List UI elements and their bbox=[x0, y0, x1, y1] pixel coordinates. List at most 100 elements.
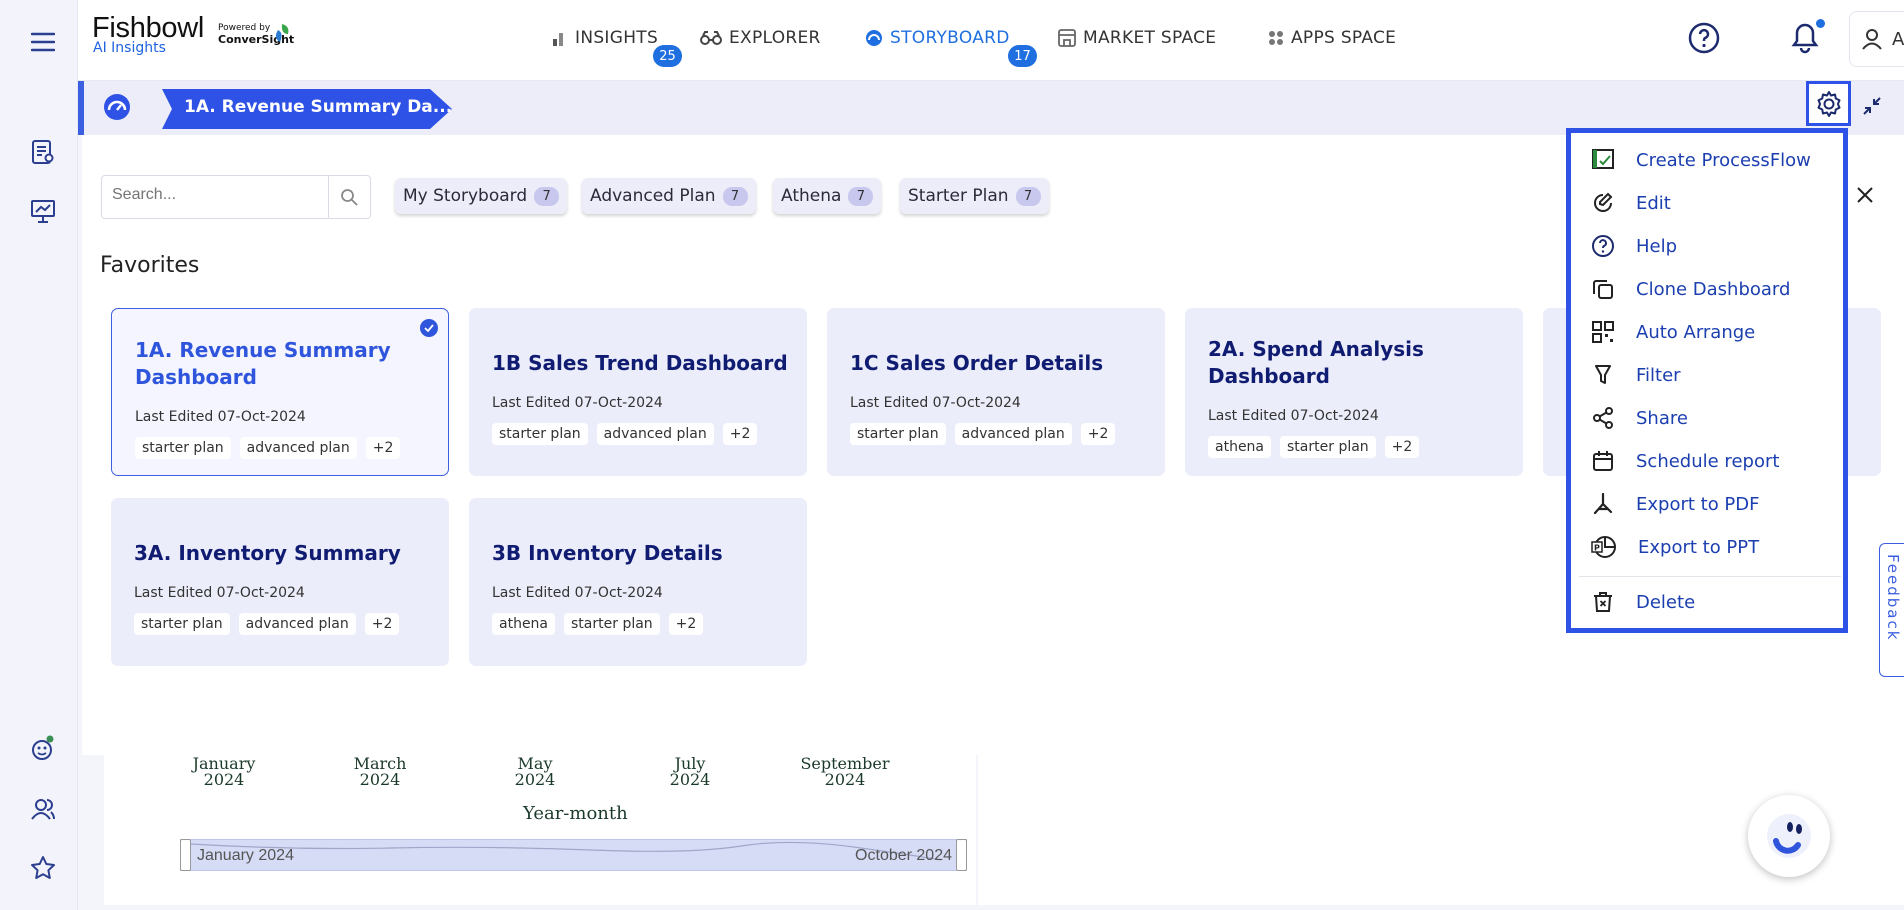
search-divider bbox=[328, 176, 329, 218]
menu-item-clone-dashboard[interactable]: Clone Dashboard bbox=[1591, 274, 1831, 304]
filter-chip-my-storyboard[interactable]: My Storyboard 7 bbox=[395, 178, 568, 214]
menu-divider bbox=[1579, 576, 1841, 577]
nav-market-space-label: MARKET SPACE bbox=[1083, 28, 1217, 48]
help-icon bbox=[1592, 235, 1614, 257]
collapse-icon[interactable] bbox=[1862, 96, 1882, 116]
breadcrumb-current[interactable]: 1A. Revenue Summary Da... bbox=[184, 97, 452, 117]
nav-explorer[interactable]: EXPLORER bbox=[700, 28, 821, 48]
chatbot-icon bbox=[1767, 814, 1811, 858]
user-icon bbox=[1862, 29, 1882, 50]
range-slider-end-handle[interactable] bbox=[956, 839, 967, 871]
menu-item-delete[interactable]: Delete bbox=[1591, 587, 1831, 617]
filter-chip-advanced-plan[interactable]: Advanced Plan 7 bbox=[582, 178, 756, 214]
nav-apps-space[interactable]: APPS SPACE bbox=[1268, 28, 1396, 48]
storyboard-home-icon[interactable] bbox=[102, 92, 132, 122]
menu-item-help[interactable]: Help bbox=[1591, 231, 1831, 261]
card-tag-more[interactable]: +2 bbox=[1384, 436, 1420, 458]
x-tick-label: March 2024 bbox=[340, 756, 420, 788]
ppt-icon: P bbox=[1591, 536, 1616, 558]
x-tick-year: 2024 bbox=[359, 770, 401, 789]
filter-chip-athena[interactable]: Athena 7 bbox=[773, 178, 882, 214]
card-title: 1B Sales Trend Dashboard bbox=[492, 351, 788, 375]
menu-item-label: Export to PDF bbox=[1636, 493, 1760, 515]
card-tag-more[interactable]: +2 bbox=[365, 437, 401, 459]
range-end-label: October 2024 bbox=[855, 847, 952, 864]
feedback-tab[interactable]: Feedback bbox=[1879, 543, 1904, 677]
card-last-edited: Last Edited 07-Oct-2024 bbox=[850, 395, 1021, 411]
x-axis-title: Year-month bbox=[523, 803, 628, 824]
card-last-edited: Last Edited 07-Oct-2024 bbox=[134, 585, 305, 601]
feedback-label: Feedback bbox=[1884, 554, 1902, 642]
users-icon[interactable] bbox=[25, 791, 61, 827]
x-tick-year: 2024 bbox=[203, 770, 245, 789]
report-icon[interactable] bbox=[25, 134, 61, 170]
notification-dot bbox=[1816, 19, 1825, 28]
card-tags: athena starter plan +2 bbox=[1208, 436, 1420, 458]
search-icon[interactable] bbox=[340, 188, 358, 206]
grid-icon bbox=[1592, 321, 1614, 343]
search-box bbox=[101, 175, 371, 219]
card-tag-more[interactable]: +2 bbox=[1080, 423, 1116, 445]
menu-item-label: Create ProcessFlow bbox=[1636, 149, 1811, 171]
menu-item-label: Help bbox=[1636, 235, 1678, 257]
card-title: 1C Sales Order Details bbox=[850, 351, 1104, 375]
filter-icon bbox=[1595, 365, 1611, 384]
card-tag-more[interactable]: +2 bbox=[364, 613, 400, 635]
range-slider[interactable]: January 2024 October 2024 bbox=[180, 839, 967, 871]
menu-item-label: Schedule report bbox=[1636, 450, 1780, 472]
card-tag-more[interactable]: +2 bbox=[668, 613, 704, 635]
user-menu[interactable]: Admin bbox=[1849, 11, 1904, 67]
dashboard-card[interactable]: 1A. Revenue Summary Dashboard Last Edite… bbox=[111, 308, 449, 476]
settings-gear-button[interactable] bbox=[1806, 81, 1851, 126]
insights-count-badge: 25 bbox=[653, 45, 682, 67]
powered-by-label: Powered by bbox=[218, 23, 271, 33]
dashboard-card[interactable]: 1B Sales Trend Dashboard Last Edited 07-… bbox=[469, 308, 807, 476]
dashboard-card[interactable]: 3A. Inventory Summary Last Edited 07-Oct… bbox=[111, 498, 449, 666]
nav-insights[interactable]: INSIGHTS bbox=[552, 28, 658, 48]
menu-item-label: Share bbox=[1636, 407, 1688, 429]
close-icon[interactable] bbox=[1855, 185, 1875, 205]
menu-item-export-pdf[interactable]: Export to PDF bbox=[1591, 489, 1831, 519]
presentation-icon[interactable] bbox=[25, 193, 61, 229]
x-tick-year: 2024 bbox=[514, 770, 556, 789]
storyboard-count-badge: 17 bbox=[1008, 45, 1037, 67]
menu-item-share[interactable]: Share bbox=[1591, 403, 1831, 433]
filter-chip-label: Advanced Plan bbox=[590, 186, 716, 206]
assistant-icon[interactable] bbox=[25, 730, 61, 766]
menu-item-export-ppt[interactable]: P Export to PPT bbox=[1591, 532, 1831, 562]
selected-check-icon bbox=[420, 319, 438, 337]
menu-item-schedule-report[interactable]: Schedule report bbox=[1591, 446, 1831, 476]
filter-chip-label: Starter Plan bbox=[908, 186, 1009, 206]
slider-sparkline bbox=[190, 841, 942, 861]
card-title: 3B Inventory Details bbox=[492, 541, 723, 565]
dashboard-card[interactable]: 1C Sales Order Details Last Edited 07-Oc… bbox=[827, 308, 1165, 476]
card-tag: athena bbox=[492, 613, 556, 635]
pdf-icon bbox=[1593, 492, 1613, 515]
search-input[interactable] bbox=[112, 186, 312, 204]
chatbot-button[interactable] bbox=[1748, 795, 1830, 877]
card-tag-more[interactable]: +2 bbox=[722, 423, 758, 445]
nav-storyboard[interactable]: STORYBOARD bbox=[865, 28, 1010, 48]
x-tick-year: 2024 bbox=[824, 770, 866, 789]
filter-chip-starter-plan[interactable]: Starter Plan 7 bbox=[900, 178, 1049, 214]
card-tags: starter plan advanced plan +2 bbox=[492, 423, 758, 445]
hamburger-menu-icon[interactable] bbox=[25, 24, 61, 60]
settings-dropdown-menu: Create ProcessFlow Edit Help Clone Dashb… bbox=[1566, 128, 1848, 633]
card-tag: starter plan bbox=[1280, 436, 1376, 458]
menu-item-filter[interactable]: Filter bbox=[1591, 360, 1831, 390]
menu-item-label: Auto Arrange bbox=[1636, 321, 1756, 343]
dashboard-card[interactable]: 3B Inventory Details Last Edited 07-Oct-… bbox=[469, 498, 807, 666]
menu-item-edit[interactable]: Edit bbox=[1591, 188, 1831, 218]
filter-chip-label: My Storyboard bbox=[403, 186, 528, 206]
nav-insights-label: INSIGHTS bbox=[575, 28, 659, 48]
dashboard-card[interactable]: 2A. Spend Analysis Dashboard Last Edited… bbox=[1185, 308, 1523, 476]
star-icon[interactable] bbox=[25, 850, 61, 886]
range-slider-start-handle[interactable] bbox=[180, 839, 191, 871]
nav-market-space[interactable]: MARKET SPACE bbox=[1058, 28, 1216, 48]
help-icon[interactable] bbox=[1688, 22, 1720, 54]
gear-icon bbox=[1817, 90, 1840, 117]
menu-item-auto-arrange[interactable]: Auto Arrange bbox=[1591, 317, 1831, 347]
nav-storyboard-label: STORYBOARD bbox=[890, 28, 1010, 48]
menu-item-create-processflow[interactable]: Create ProcessFlow bbox=[1591, 145, 1831, 175]
notifications-bell-icon[interactable] bbox=[1791, 22, 1819, 54]
